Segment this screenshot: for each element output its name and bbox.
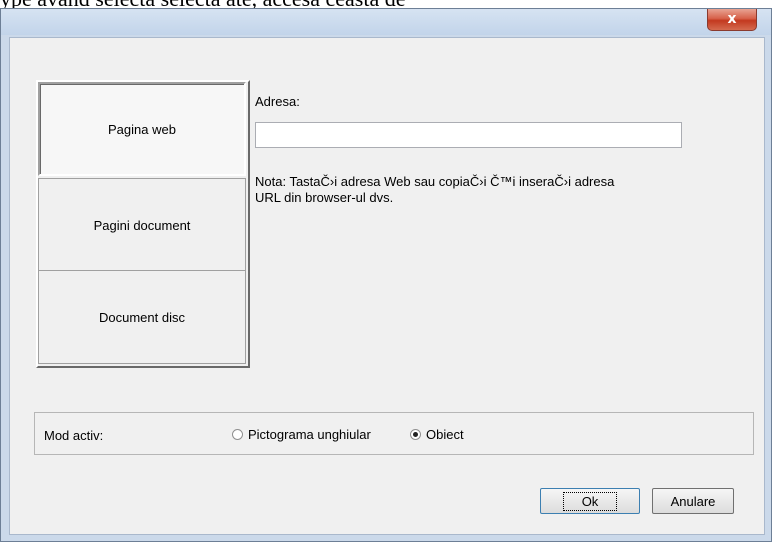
- tab-document-disc[interactable]: Document disc: [38, 270, 246, 364]
- dialog-window: x Pagina web Pagini document Document di…: [0, 8, 772, 542]
- address-label: Adresa:: [255, 94, 300, 109]
- ok-label: Ok: [562, 491, 618, 511]
- mode-label: Mod activ:: [44, 428, 104, 443]
- radio-obiect[interactable]: Obiect: [410, 427, 464, 442]
- title-bar: x: [1, 9, 771, 35]
- tab-list: Pagina web Pagini document Document disc: [36, 80, 250, 368]
- radio-checked-icon[interactable]: [410, 429, 421, 440]
- address-input[interactable]: [255, 122, 682, 148]
- dialog-client-area: Pagina web Pagini document Document disc…: [9, 37, 765, 535]
- ok-button[interactable]: Ok: [540, 488, 640, 514]
- tab-pagina-web[interactable]: Pagina web: [38, 82, 246, 176]
- cancel-button[interactable]: Anulare: [652, 488, 734, 514]
- mode-groupbox: [34, 412, 754, 455]
- close-icon: x: [727, 11, 737, 27]
- radio-pictograma-unghiular[interactable]: Pictograma unghiular: [232, 427, 371, 442]
- address-note: Nota: TastaČ›i adresa Web sau copiaČ›i Č…: [255, 174, 695, 206]
- note-line-1: Nota: TastaČ›i adresa Web sau copiaČ›i Č…: [255, 174, 615, 189]
- tab-label: Pagini document: [93, 217, 191, 233]
- radio-label: Pictograma unghiular: [248, 427, 371, 442]
- note-line-2: URL din browser-ul dvs.: [255, 190, 394, 205]
- radio-unchecked-icon[interactable]: [232, 429, 243, 440]
- cancel-label: Anulare: [670, 493, 716, 509]
- tab-label: Document disc: [99, 309, 185, 325]
- tab-label: Pagina web: [108, 121, 176, 137]
- radio-label: Obiect: [426, 427, 464, 442]
- tab-pagini-document[interactable]: Pagini document: [38, 178, 246, 272]
- close-button[interactable]: x: [707, 9, 757, 31]
